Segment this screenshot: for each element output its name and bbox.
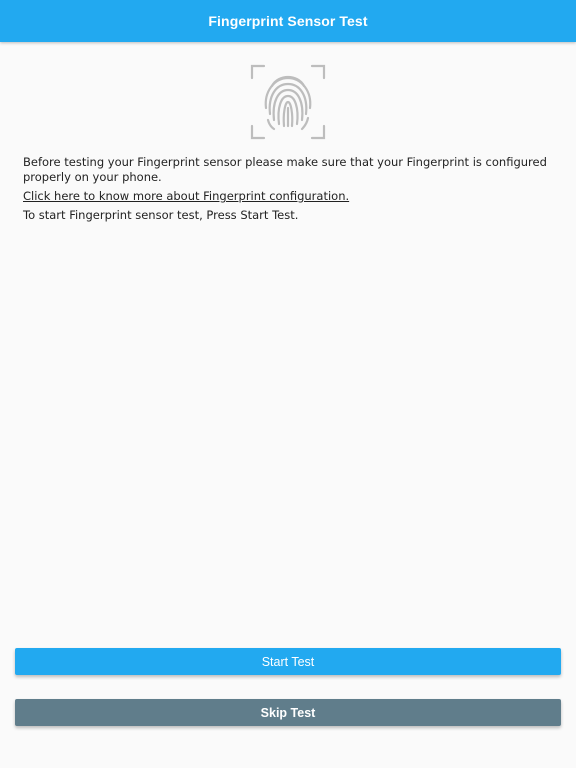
page-title: Fingerprint Sensor Test [208,13,368,29]
skip-test-button[interactable]: Skip Test [15,699,561,726]
top-app-bar: Fingerprint Sensor Test [0,0,576,42]
start-instruction-text: To start Fingerprint sensor test, Press … [23,208,299,222]
intro-text: Before testing your Fingerprint sensor p… [23,155,547,184]
instructions-block: Before testing your Fingerprint sensor p… [23,155,555,227]
start-test-button[interactable]: Start Test [15,648,561,675]
fingerprint-icon [250,64,326,140]
app-screen: Fingerprint Sensor Test Before testing y… [0,0,576,768]
fingerprint-config-link[interactable]: Click here to know more about Fingerprin… [23,189,349,203]
